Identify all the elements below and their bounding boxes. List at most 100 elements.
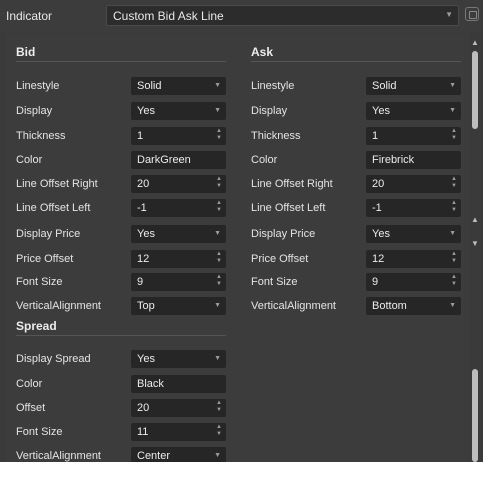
spinner-arrows-icon[interactable]: ▲ ▼ xyxy=(216,274,222,288)
chevron-down-icon: ▼ xyxy=(214,302,221,309)
bid-line-offset-left-label: Line Offset Left xyxy=(16,202,91,214)
indicator-label: Indicator xyxy=(6,9,53,23)
ask-color-value: Firebrick xyxy=(372,154,415,166)
bid-display-label: Display xyxy=(16,105,53,117)
spinner-arrows-icon[interactable]: ▲ ▼ xyxy=(216,128,222,142)
spread-color-label: Color xyxy=(16,378,43,390)
scrollbar[interactable]: ▲ ▲ ▼ xyxy=(469,33,483,462)
ask-line-offset-left-field[interactable]: -1 ▲ ▼ xyxy=(366,199,461,217)
bid-color-label: Color xyxy=(16,154,43,166)
bid-color-value: DarkGreen xyxy=(137,154,191,166)
chevron-down-icon: ▼ xyxy=(214,230,221,237)
bid-thickness-field[interactable]: 1 ▲ ▼ xyxy=(131,127,226,145)
scroll-thumb-bottom[interactable] xyxy=(472,369,478,462)
scroll-thumb-top[interactable] xyxy=(472,51,478,129)
ask-divider xyxy=(251,61,461,62)
spinner-arrows-icon[interactable]: ▲ ▼ xyxy=(216,424,222,438)
spinner-arrows-icon[interactable]: ▲ ▼ xyxy=(451,251,457,265)
spinner-arrows-icon[interactable]: ▲ ▼ xyxy=(216,400,222,414)
scroll-up-icon[interactable]: ▲ xyxy=(471,215,479,224)
bid-line-offset-right-label: Line Offset Right xyxy=(16,178,98,190)
bid-verticalalignment-field[interactable]: Top ▼ xyxy=(131,297,226,315)
ask-display-price-value: Yes xyxy=(372,228,390,240)
spread-font-size-value: 11 xyxy=(137,426,149,438)
ask-display-value: Yes xyxy=(372,105,390,117)
properties-panel: Bid Linestyle Solid ▼ Display Yes ▼ Thickness 1 ▲… xyxy=(6,33,469,462)
spread-verticalalignment-field[interactable]: Center ▼ xyxy=(131,447,226,462)
spread-color-field[interactable]: Black xyxy=(131,375,226,393)
ask-line-offset-left-value: -1 xyxy=(372,202,382,214)
chevron-down-icon: ▼ xyxy=(449,302,456,309)
ask-verticalalignment-label: VerticalAlignment xyxy=(251,300,336,312)
bid-price-offset-value: 12 xyxy=(137,253,150,265)
spread-display-spread-value: Yes xyxy=(137,353,155,365)
ask-price-offset-field[interactable]: 12 ▲ ▼ xyxy=(366,250,461,268)
bid-line-offset-right-field[interactable]: 20 ▲ ▼ xyxy=(131,175,226,193)
bid-linestyle-field[interactable]: Solid ▼ xyxy=(131,77,226,95)
bid-font-size-label: Font Size xyxy=(16,276,63,288)
scroll-up-icon[interactable]: ▲ xyxy=(471,38,479,47)
bid-display-price-field[interactable]: Yes ▼ xyxy=(131,225,226,243)
bid-color-field[interactable]: DarkGreen xyxy=(131,151,226,169)
ask-display-field[interactable]: Yes ▼ xyxy=(366,102,461,120)
spread-color-value: Black xyxy=(137,378,164,390)
bid-verticalalignment-label: VerticalAlignment xyxy=(16,300,101,312)
bid-font-size-value: 9 xyxy=(137,276,144,288)
ask-font-size-value: 9 xyxy=(372,276,379,288)
indicator-select[interactable]: Custom Bid Ask Line ▼ xyxy=(106,5,459,26)
ask-verticalalignment-field[interactable]: Bottom ▼ xyxy=(366,297,461,315)
bid-verticalalignment-value: Top xyxy=(137,300,155,312)
bid-display-price-value: Yes xyxy=(137,228,155,240)
ask-font-size-label: Font Size xyxy=(251,276,298,288)
ask-thickness-label: Thickness xyxy=(251,130,301,142)
spinner-arrows-icon[interactable]: ▲ ▼ xyxy=(216,176,222,190)
bid-line-offset-right-value: 20 xyxy=(137,178,150,190)
properties-window: Indicator Custom Bid Ask Line ▼ Bid Lines… xyxy=(0,0,483,462)
chevron-down-icon: ▼ xyxy=(445,10,453,19)
ask-linestyle-value: Solid xyxy=(372,80,397,92)
spread-offset-value: 20 xyxy=(137,402,150,414)
spinner-arrows-icon[interactable]: ▲ ▼ xyxy=(216,200,222,214)
bid-line-offset-left-field[interactable]: -1 ▲ ▼ xyxy=(131,199,226,217)
spinner-arrows-icon[interactable]: ▲ ▼ xyxy=(451,128,457,142)
bid-price-offset-label: Price Offset xyxy=(16,253,74,265)
ask-price-offset-label: Price Offset xyxy=(251,253,309,265)
ask-verticalalignment-value: Bottom xyxy=(372,300,407,312)
bid-font-size-field[interactable]: 9 ▲ ▼ xyxy=(131,273,226,291)
ask-line-offset-right-field[interactable]: 20 ▲ ▼ xyxy=(366,175,461,193)
spread-offset-label: Offset xyxy=(16,402,46,414)
chevron-down-icon: ▼ xyxy=(449,107,456,114)
window-icon[interactable] xyxy=(465,7,479,21)
spread-offset-field[interactable]: 20 ▲ ▼ xyxy=(131,399,226,417)
spread-font-size-label: Font Size xyxy=(16,426,63,438)
bid-thickness-value: 1 xyxy=(137,130,144,142)
bid-display-value: Yes xyxy=(137,105,155,117)
spread-display-spread-field[interactable]: Yes ▼ xyxy=(131,350,226,368)
spinner-arrows-icon[interactable]: ▲ ▼ xyxy=(451,274,457,288)
ask-section-title: Ask xyxy=(251,45,274,59)
spinner-arrows-icon[interactable]: ▲ ▼ xyxy=(216,251,222,265)
ask-linestyle-field[interactable]: Solid ▼ xyxy=(366,77,461,95)
bid-linestyle-value: Solid xyxy=(137,80,162,92)
indicator-bar: Indicator Custom Bid Ask Line ▼ xyxy=(0,0,483,32)
bid-display-field[interactable]: Yes ▼ xyxy=(131,102,226,120)
bid-price-offset-field[interactable]: 12 ▲ ▼ xyxy=(131,250,226,268)
ask-thickness-field[interactable]: 1 ▲ ▼ xyxy=(366,127,461,145)
chevron-down-icon: ▼ xyxy=(449,230,456,237)
spread-font-size-field[interactable]: 11 ▲ ▼ xyxy=(131,423,226,441)
spinner-arrows-icon[interactable]: ▲ ▼ xyxy=(451,200,457,214)
bid-thickness-label: Thickness xyxy=(16,130,66,142)
ask-color-field[interactable]: Firebrick xyxy=(366,151,461,169)
spread-verticalalignment-value: Center xyxy=(137,450,171,462)
scroll-down-icon[interactable]: ▼ xyxy=(471,239,479,248)
ask-thickness-value: 1 xyxy=(372,130,379,142)
ask-display-price-field[interactable]: Yes ▼ xyxy=(366,225,461,243)
ask-line-offset-right-label: Line Offset Right xyxy=(251,178,333,190)
bid-linestyle-label: Linestyle xyxy=(16,80,60,92)
spinner-arrows-icon[interactable]: ▲ ▼ xyxy=(451,176,457,190)
chevron-down-icon: ▼ xyxy=(214,355,221,362)
ask-font-size-field[interactable]: 9 ▲ ▼ xyxy=(366,273,461,291)
spread-divider xyxy=(16,335,226,336)
ask-color-label: Color xyxy=(251,154,278,166)
indicator-value: Custom Bid Ask Line xyxy=(113,9,224,23)
